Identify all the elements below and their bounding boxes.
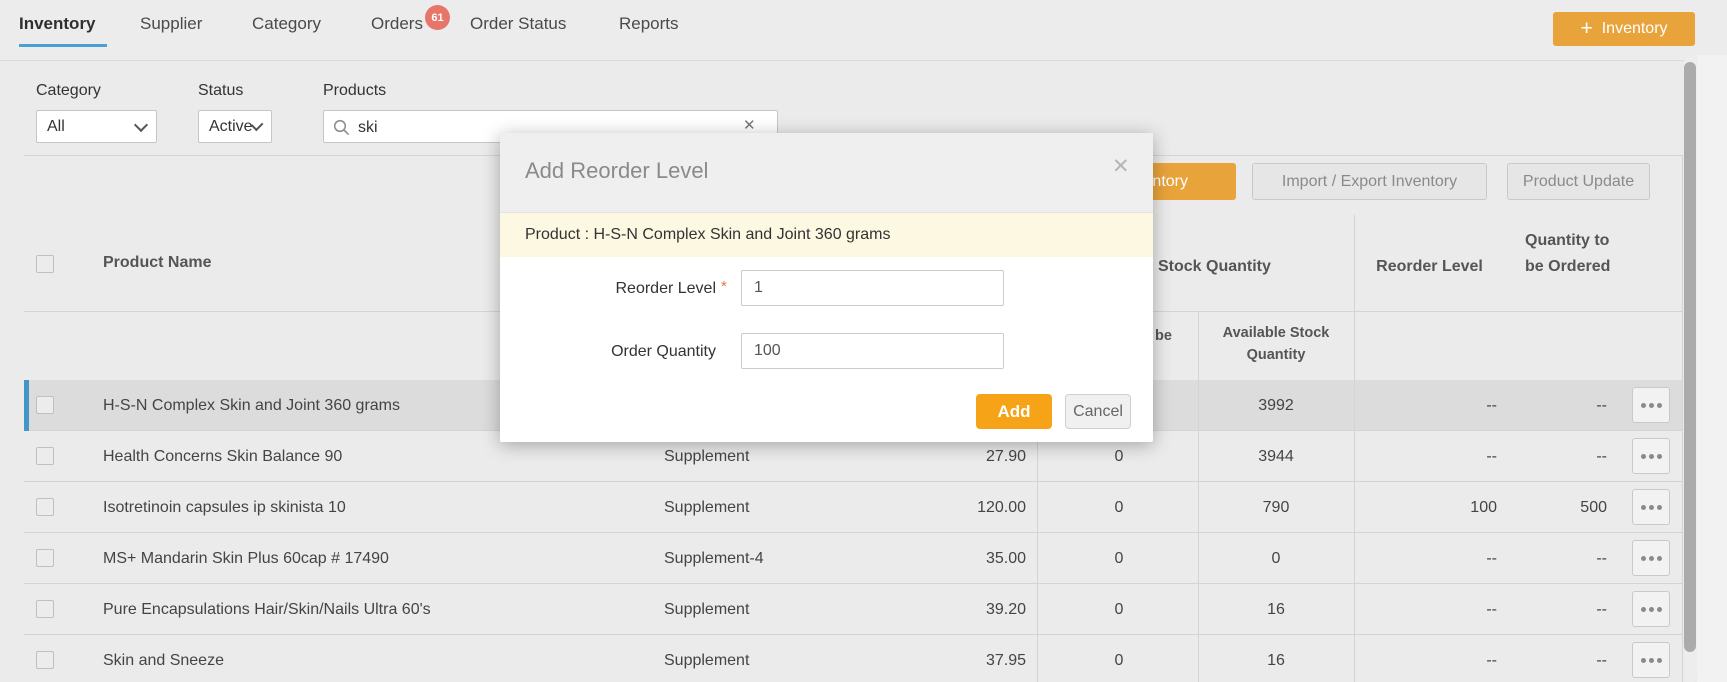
column-divider [1198,311,1199,682]
price-cell: 35.00 [985,549,1026,567]
table-row[interactable]: Pure Encapsulations Hair/Skin/Nails Ultr… [24,584,1682,635]
qty-to-be-cell: 0 [1114,549,1124,567]
row-actions-button[interactable] [1632,540,1670,576]
top-navigation: Inventory Supplier Category Orders Order… [0,0,1727,61]
category-select[interactable]: All [36,110,157,143]
product-update-button[interactable]: Product Update [1507,163,1650,200]
row-checkbox[interactable] [36,447,54,465]
table-row[interactable]: Skin and Sneeze Supplement 37.95 0 16 --… [24,635,1682,682]
row-actions-button[interactable] [1632,438,1670,474]
product-name-cell: Pure Encapsulations Hair/Skin/Nails Ultr… [103,600,431,618]
available-stock-cell: 3944 [1258,447,1294,465]
available-stock-cell: 790 [1262,498,1290,516]
qty-to-be-cell: 0 [1114,651,1124,669]
row-actions-button[interactable] [1632,642,1670,678]
available-stock-cell: 16 [1267,600,1285,618]
row-actions-button[interactable] [1632,489,1670,525]
qty-to-be-cell: 0 [1114,600,1124,618]
qty-ordered-cell: -- [1596,396,1607,414]
category-cell: Supplement-4 [664,549,764,567]
header-stock-quantity[interactable]: Stock Quantity [1158,258,1271,276]
cancel-button[interactable]: Cancel [1065,394,1131,429]
products-filter-label: Products [323,82,387,99]
modal-title: Add Reorder Level [525,158,709,183]
row-checkbox[interactable] [36,651,54,669]
qty-ordered-cell: -- [1596,447,1607,465]
reorder-level-input[interactable] [741,270,1004,306]
inventory-page: Inventory Supplier Category Orders Order… [0,0,1727,682]
qty-ordered-cell: -- [1596,549,1607,567]
required-asterisk: * [721,278,727,295]
column-divider [1354,215,1355,682]
category-filter-label: Category [36,82,101,99]
table-row[interactable]: MS+ Mandarin Skin Plus 60cap # 17490 Sup… [24,533,1682,584]
orders-count-badge: 61 [425,5,450,30]
qty-to-be-cell: 0 [1114,498,1124,516]
category-cell: Supplement [664,498,750,516]
clear-search-icon[interactable]: ✕ [743,116,756,134]
available-stock-cell: 0 [1271,549,1281,567]
scrollbar-thumb[interactable] [1684,62,1696,652]
selected-row-indicator [24,380,29,431]
row-checkbox[interactable] [36,396,54,414]
add-inventory-label: Inventory [1601,20,1668,37]
product-name-cell: MS+ Mandarin Skin Plus 60cap # 17490 [103,549,389,567]
product-name-cell: H-S-N Complex Skin and Joint 360 grams [103,396,401,414]
close-icon[interactable]: ✕ [1112,154,1130,179]
reorder-level-label: Reorder Level [615,280,717,297]
product-name-cell: Skin and Sneeze [103,651,224,669]
header-qty-to-be-ordered[interactable]: Quantity to be Ordered [1525,228,1620,280]
select-all-checkbox[interactable] [36,255,54,273]
row-checkbox[interactable] [36,549,54,567]
active-tab-underline [19,44,107,47]
product-name-cell: Health Concerns Skin Balance 90 [103,447,343,465]
tab-inventory[interactable]: Inventory [19,14,96,34]
category-select-value: All [47,117,65,135]
tab-reports[interactable]: Reports [619,14,679,34]
available-stock-cell: 3992 [1258,396,1294,414]
add-reorder-level-modal: Add Reorder Level ✕ Product : H-S-N Comp… [500,133,1153,442]
subheader-qty-to-be-fragment: be [1155,328,1172,344]
tab-order-status[interactable]: Order Status [470,14,566,34]
available-stock-cell: 16 [1267,651,1285,669]
modal-product-banner: Product : H-S-N Complex Skin and Joint 3… [500,213,1153,257]
price-cell: 39.20 [985,600,1026,618]
plus-icon: + [1580,16,1593,40]
status-select[interactable]: Active [198,110,272,143]
modal-product-text: Product : H-S-N Complex Skin and Joint 3… [525,226,891,243]
tab-orders[interactable]: Orders [371,14,423,34]
modal-header: Add Reorder Level ✕ [500,133,1153,213]
product-name-cell: Isotretinoin capsules ip skinista 10 [103,498,346,516]
row-actions-button[interactable] [1632,387,1670,423]
category-cell: Supplement [664,600,750,618]
price-cell: 120.00 [977,498,1026,516]
row-checkbox[interactable] [36,498,54,516]
qty-ordered-cell: -- [1596,600,1607,618]
status-select-value: Active [209,117,253,135]
search-icon [333,119,350,136]
content-right-border [1682,155,1683,682]
row-actions-button[interactable] [1632,591,1670,627]
tab-supplier[interactable]: Supplier [140,14,202,34]
row-checkbox[interactable] [36,600,54,618]
order-quantity-label: Order Quantity [611,343,716,360]
qty-ordered-cell: 500 [1580,498,1607,516]
add-inventory-button[interactable]: + Inventory [1553,12,1695,46]
price-cell: 37.95 [985,651,1026,669]
header-product-name[interactable]: Product Name [103,254,211,272]
category-cell: Supplement [664,651,750,669]
scrollbar-gutter [1697,55,1727,682]
chevron-down-icon [133,117,149,132]
add-button[interactable]: Add [976,394,1052,429]
header-reorder-level[interactable]: Reorder Level [1357,258,1502,276]
table-row[interactable]: Isotretinoin capsules ip skinista 10 Sup… [24,482,1682,533]
order-quantity-input[interactable] [741,333,1004,369]
qty-ordered-cell: -- [1596,651,1607,669]
subheader-available-stock: Available Stock Quantity [1222,325,1330,363]
tab-category[interactable]: Category [252,14,321,34]
status-filter-label: Status [198,82,244,99]
import-export-inventory-button[interactable]: Import / Export Inventory [1252,163,1487,200]
